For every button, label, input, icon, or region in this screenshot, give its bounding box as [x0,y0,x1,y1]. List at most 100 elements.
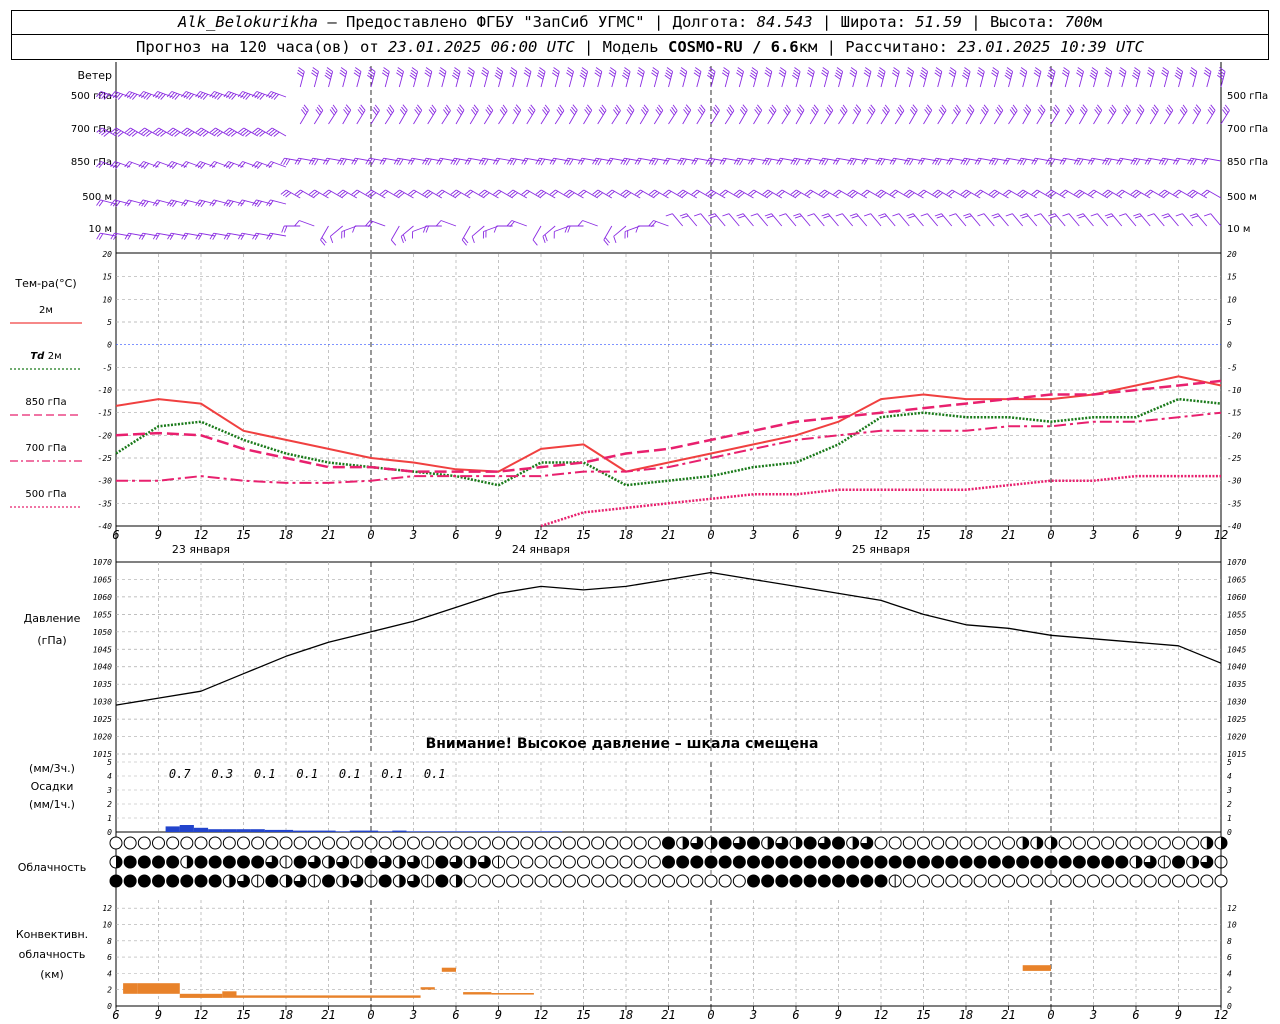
cloud-circle [761,874,775,888]
wind-barb [1022,104,1032,125]
temp-ytick-right: -15 [1227,409,1242,418]
cloud-circle [492,836,505,850]
cloud-circle [803,874,817,888]
pressure-ytick-left: 1020 [93,733,112,742]
time-label: 18 [619,528,633,542]
wind-barb [597,104,607,125]
cloud-circle [1101,855,1115,869]
wind-barb [1008,104,1018,125]
cloud-symbol [407,836,420,850]
time-label-bottom: 9 [155,1008,162,1022]
temp-ytick-left: -15 [98,409,113,418]
cloud-symbol [761,836,775,850]
cloud-symbol [520,836,534,850]
cloud-symbol [888,836,902,850]
cloud-symbol [747,836,760,850]
wind-barb [294,220,315,227]
cloud-symbol [732,855,746,869]
wind-barb [1078,104,1088,125]
wind-barb [664,67,674,88]
cloud-symbol [690,855,704,869]
cloud-symbol [350,855,364,869]
cloud-symbol [874,855,888,869]
cloud-symbol [1115,855,1129,869]
wind-barb [252,232,272,240]
cloud-circle [1002,855,1015,869]
cloud-circle [520,855,534,869]
wind-barb [792,67,801,88]
wind-barbs [96,67,1230,246]
wind-barb [379,157,400,165]
cloud-symbol [166,855,180,869]
precip-bar [349,830,364,832]
cloud-symbol [265,836,279,850]
cloud-circle [520,836,534,850]
wind-barb [1163,104,1174,125]
pressure-ytick-right: 1035 [1227,680,1246,689]
wind-barb [266,232,287,240]
cloud-half-fill [1136,856,1142,868]
temp-ytick-left: 20 [102,250,112,259]
wind-barb [1121,104,1131,125]
cloud-circle [378,836,392,850]
precip-unit-1h: (мм/1ч.) [29,798,75,811]
cloud-symbol [1200,836,1214,850]
temp-ytick-left: 10 [102,295,112,304]
wind-barb [1135,104,1145,125]
cloud-symbol [407,874,420,888]
cloud-symbol [137,874,151,888]
cloud-circle [789,855,803,869]
precip-bar [307,830,322,832]
time-label-bottom: 12 [874,1008,888,1022]
wind-barb [823,104,834,125]
wind-barb [492,157,513,165]
cloud-circle [973,836,987,850]
precip-3h-total: 0.1 [424,767,446,781]
cloud-circle [506,836,520,850]
cloud-symbol [605,836,619,850]
wind-barb [1130,157,1151,166]
cloud-circle [1186,874,1200,888]
conv-ytick-left: 8 [107,937,112,946]
cloud-symbol [194,855,208,869]
cloud-circle [945,836,959,850]
cloud-circle [322,836,335,850]
cloud-symbol [917,874,930,888]
cloud-circle [1058,874,1072,888]
wind-barb [891,67,900,88]
precip-bar [491,831,506,832]
wind-barb [337,157,357,166]
wind-barb [781,104,791,125]
cloud-circle [747,855,760,869]
wind-barb [1036,104,1046,125]
cloud-symbol [1072,836,1086,850]
time-label-bottom: 6 [792,1008,799,1022]
cloud-symbol [577,874,590,888]
time-label: 21 [661,528,675,542]
wind-barb [535,157,556,166]
wind-barb [280,157,301,166]
cloud-circle [463,874,477,888]
wind-barb [461,225,471,246]
cloud-symbol [463,855,477,869]
cloud-symbol [577,836,590,850]
wind-barb [436,220,457,227]
cloud-symbol [1143,874,1157,888]
cloud-circle [109,836,123,850]
cloud-half-fill [470,856,477,868]
cloud-symbol [747,855,760,869]
cloud-half-fill [399,875,406,887]
cloud-circle [775,874,789,888]
cloud-symbol [803,874,817,888]
wind-barb [384,104,395,125]
wind-barb [551,67,560,88]
cloud-symbol [959,874,973,888]
cloud-symbol [1101,855,1115,869]
time-label: 21 [321,528,335,542]
wind-barb [592,157,612,166]
cloud-symbol [1143,836,1157,850]
cloud-symbol [732,874,746,888]
cloud-circle [548,874,562,888]
day-label: 24 января [512,543,570,556]
cloud-symbol [392,855,406,869]
